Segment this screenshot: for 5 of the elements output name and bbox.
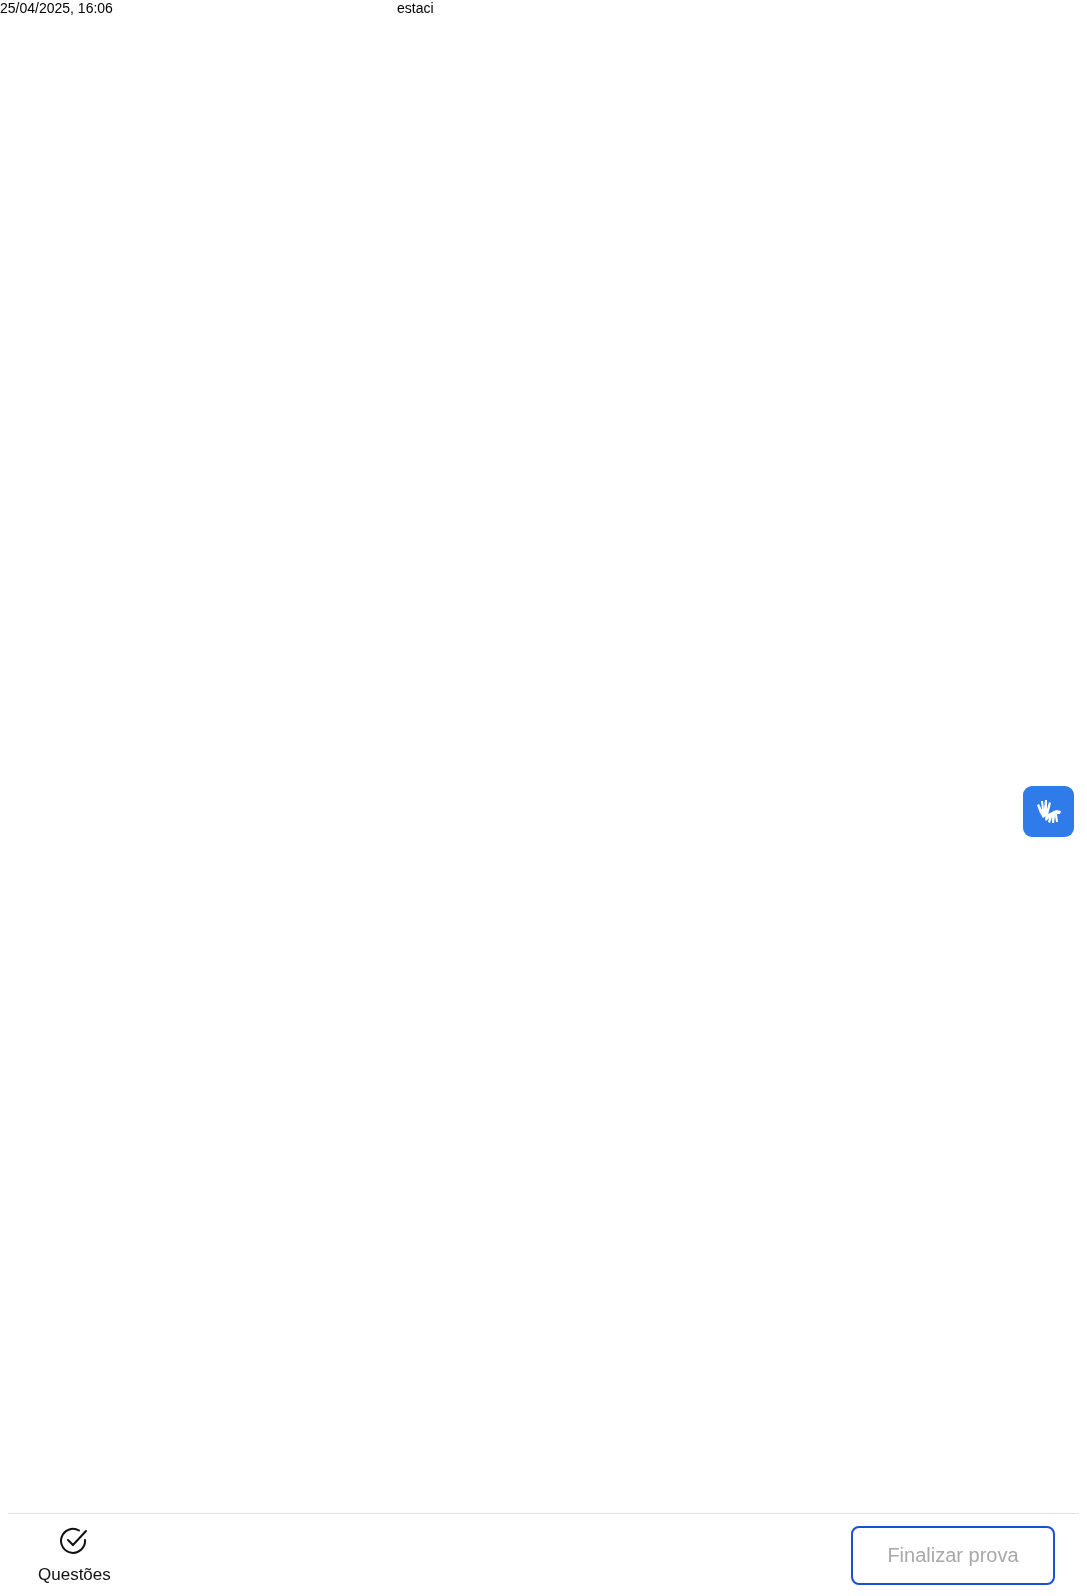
page-title: estaci bbox=[397, 0, 434, 16]
sign-language-button[interactable] bbox=[1023, 786, 1074, 837]
check-circle-icon bbox=[59, 1526, 90, 1557]
print-date: 25/04/2025, 16:06 bbox=[0, 0, 114, 16]
questions-button[interactable]: Questões bbox=[38, 1522, 111, 1588]
